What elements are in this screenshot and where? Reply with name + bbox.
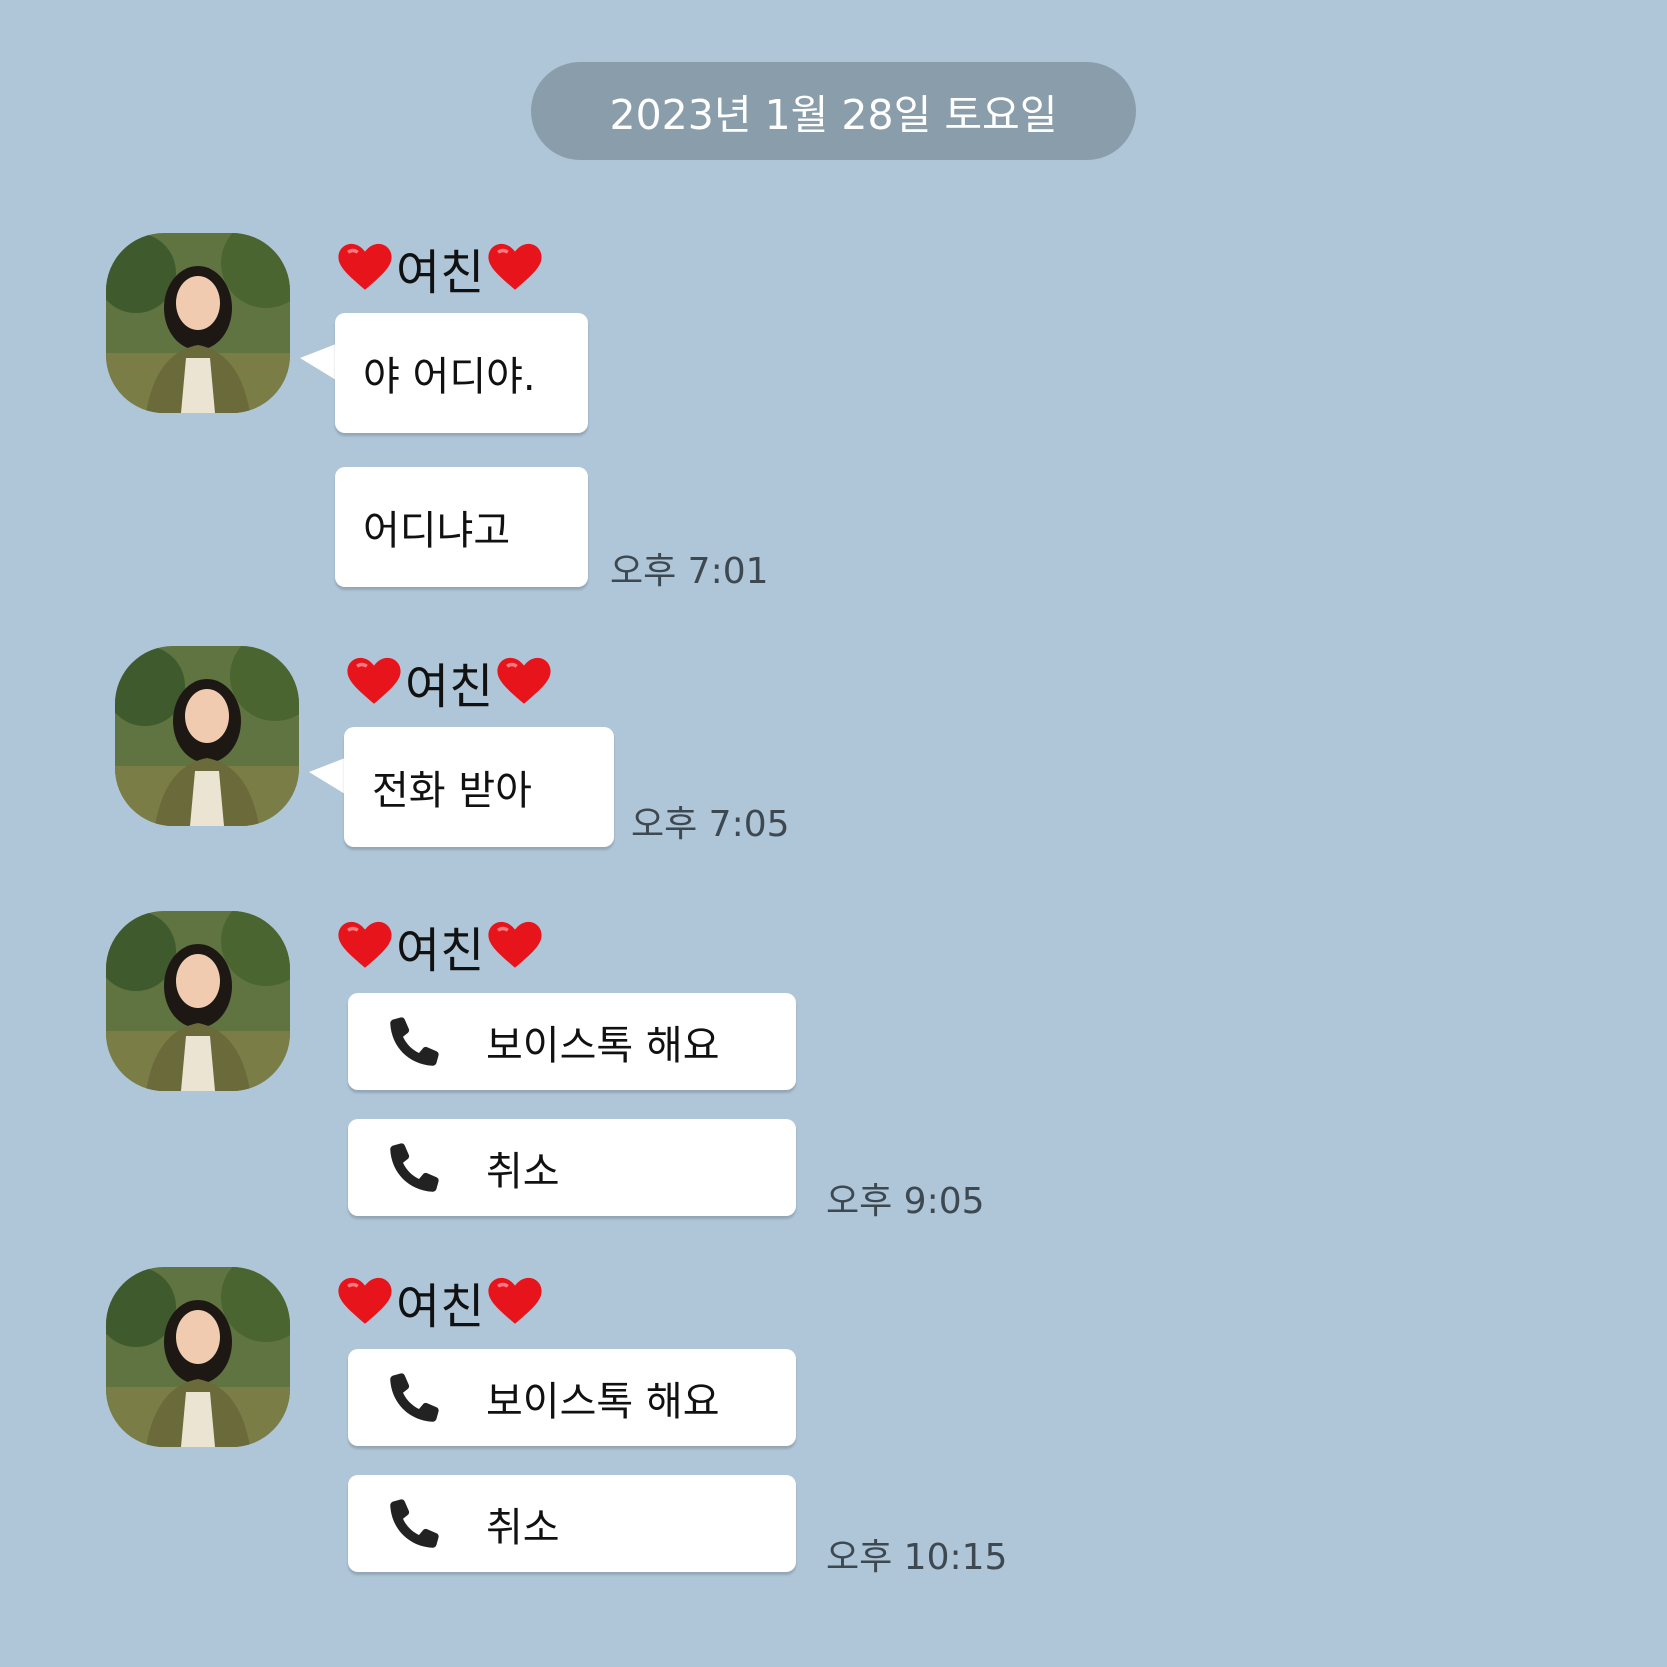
heart-icon	[336, 239, 394, 297]
message-bubble[interactable]: 전화 받아	[344, 727, 614, 847]
profile-photo-icon	[115, 646, 299, 826]
profile-photo-icon	[106, 911, 290, 1091]
phone-icon	[384, 1368, 444, 1428]
heart-icon	[495, 653, 553, 711]
sender-label: 여친	[336, 1270, 544, 1335]
voice-call-bubble[interactable]: 보이스톡 해요	[348, 993, 796, 1090]
sender-label: 여친	[336, 914, 544, 979]
call-text: 보이스톡 해요	[486, 1022, 720, 1069]
sender-label: 여친	[345, 650, 553, 715]
phone-icon	[384, 1012, 444, 1072]
heart-icon	[345, 653, 403, 711]
voice-call-bubble[interactable]: 취소	[348, 1119, 796, 1216]
message-time: 오후 7:05	[631, 804, 790, 845]
message-time: 오후 10:15	[826, 1537, 1008, 1578]
sender-name: 여친	[396, 245, 485, 301]
heart-icon	[336, 1273, 394, 1331]
profile-photo-icon	[106, 233, 290, 413]
avatar[interactable]	[106, 911, 290, 1091]
call-text: 보이스톡 해요	[486, 1378, 720, 1425]
phone-icon	[384, 1138, 444, 1198]
call-text: 취소	[486, 1504, 560, 1551]
heart-icon	[486, 917, 544, 975]
sender-label: 여친	[336, 236, 544, 301]
avatar[interactable]	[106, 233, 290, 413]
message-text: 전화 받아	[372, 768, 532, 814]
date-divider-label: 2023년 1월 28일 토요일	[609, 91, 1058, 139]
date-divider: 2023년 1월 28일 토요일	[531, 62, 1136, 160]
phone-icon	[384, 1494, 444, 1554]
bubble-tail	[300, 344, 336, 380]
heart-icon	[486, 239, 544, 297]
bubble-tail	[309, 758, 345, 794]
message-bubble[interactable]: 어디냐고	[335, 467, 588, 587]
sender-name: 여친	[396, 1279, 485, 1335]
message-text: 어디냐고	[363, 508, 511, 554]
message-bubble[interactable]: 야 어디야.	[335, 313, 588, 433]
message-time: 오후 9:05	[826, 1181, 985, 1222]
sender-name: 여친	[396, 923, 485, 979]
call-text: 취소	[486, 1148, 560, 1195]
heart-icon	[486, 1273, 544, 1331]
heart-icon	[336, 917, 394, 975]
avatar[interactable]	[106, 1267, 290, 1447]
voice-call-bubble[interactable]: 취소	[348, 1475, 796, 1572]
sender-name: 여친	[405, 659, 494, 715]
profile-photo-icon	[106, 1267, 290, 1447]
voice-call-bubble[interactable]: 보이스톡 해요	[348, 1349, 796, 1446]
avatar[interactable]	[115, 646, 299, 826]
message-text: 야 어디야.	[363, 354, 536, 400]
message-time: 오후 7:01	[610, 551, 769, 592]
